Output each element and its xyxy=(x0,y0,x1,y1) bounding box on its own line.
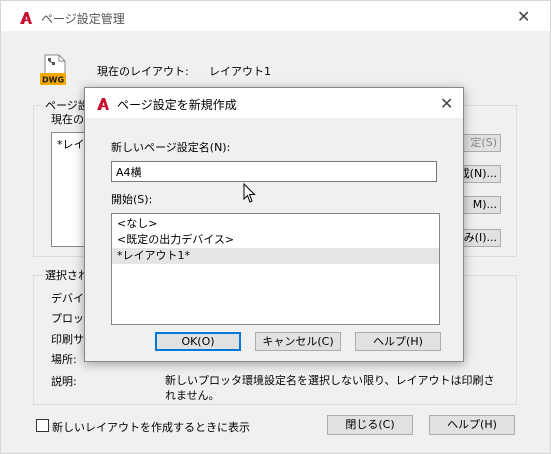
current-page-setup-label: 現在の xyxy=(51,113,84,126)
svg-text:DWG: DWG xyxy=(42,76,64,85)
new-setup-name-input[interactable]: A4横 xyxy=(111,161,437,182)
dwg-file-icon: DWG xyxy=(40,54,66,85)
ok-button[interactable]: OK(O) xyxy=(155,332,241,351)
inner-titlebar: ページ設定を新規作成 ✕ xyxy=(85,88,463,118)
new-setup-name-label: 新しいページ設定名(N): xyxy=(111,141,231,154)
close-button[interactable]: 閉じる(C) xyxy=(327,415,413,435)
autocad-logo-icon xyxy=(97,98,109,110)
show-on-new-layout-label: 新しいレイアウトを作成するときに表示 xyxy=(52,421,250,434)
inner-window-title: ページ設定を新規作成 xyxy=(117,98,237,112)
autocad-logo-icon xyxy=(20,12,32,24)
mouse-cursor-icon xyxy=(243,183,256,203)
cancel-button[interactable]: キャンセル(C) xyxy=(255,332,341,351)
plot-size-label: 印刷サ xyxy=(51,333,84,346)
list-item[interactable]: <既定の出力デバイス> xyxy=(112,232,439,248)
list-item[interactable]: <なし> xyxy=(112,216,439,232)
inner-help-button[interactable]: ヘルプ(H) xyxy=(355,332,441,351)
description-label: 説明: xyxy=(51,375,77,388)
outer-window-title: ページ設定管理 xyxy=(41,12,125,26)
start-from-label: 開始(S): xyxy=(111,193,153,206)
current-layout-value: レイアウト1 xyxy=(209,65,271,78)
current-layout-label: 現在のレイアウト: xyxy=(97,65,189,78)
outer-titlebar: ページ設定管理 ✕ xyxy=(1,1,550,31)
outer-help-button[interactable]: ヘルプ(H) xyxy=(429,415,515,435)
show-on-new-layout-checkbox[interactable] xyxy=(36,419,49,432)
location-label: 場所: xyxy=(51,353,77,366)
close-icon[interactable]: ✕ xyxy=(517,9,530,25)
list-item-selected[interactable]: *レイアウト1* xyxy=(112,248,439,264)
description-value: 新しいプロッタ環境設定名を選択しない限り、レイアウトは印刷されません。 xyxy=(165,374,495,402)
new-page-setup-dialog: ページ設定を新規作成 ✕ 新しいページ設定名(N): A4横 開始(S): <な… xyxy=(84,87,464,362)
start-from-list[interactable]: <なし> <既定の出力デバイス> *レイアウト1* xyxy=(111,213,440,325)
close-icon[interactable]: ✕ xyxy=(440,96,453,112)
